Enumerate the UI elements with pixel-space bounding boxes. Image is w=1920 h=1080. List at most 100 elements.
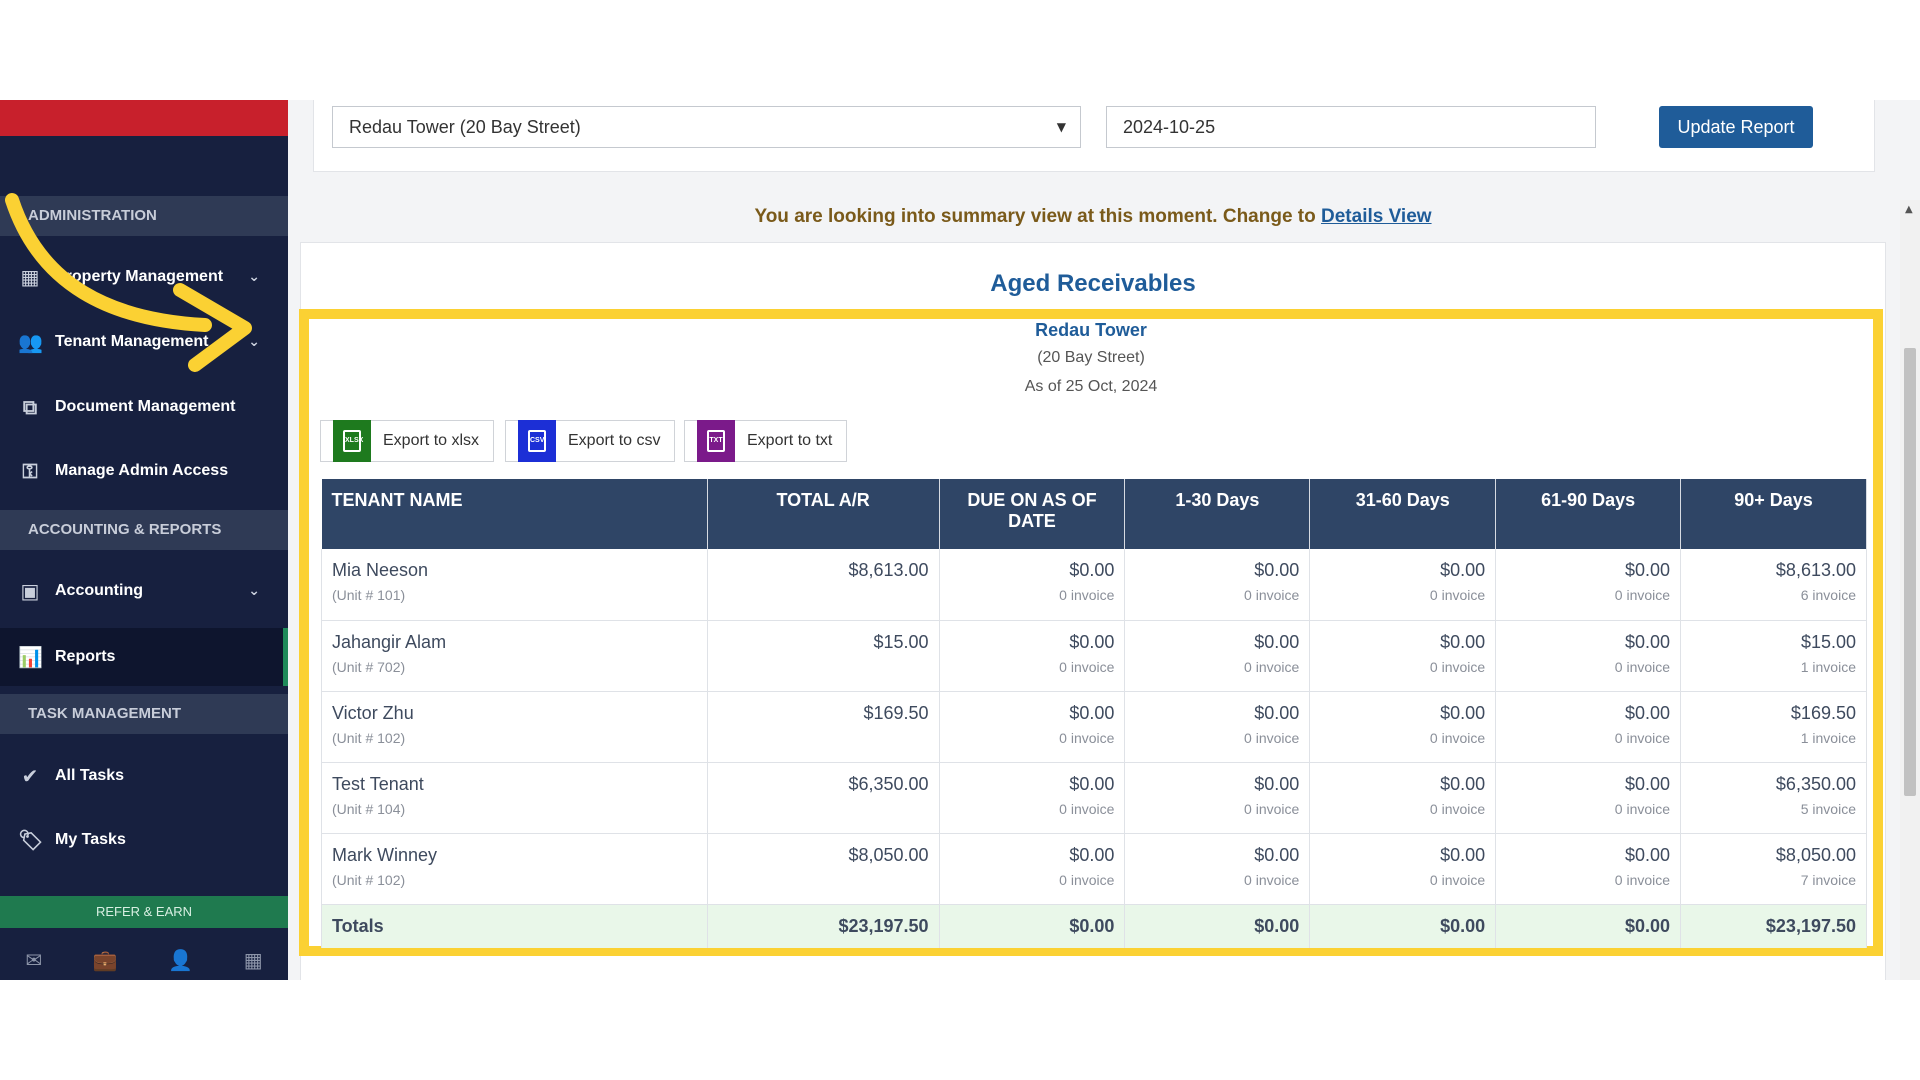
tenant-unit: (Unit # 702): [332, 658, 406, 675]
notice-text: You are looking into summary view at thi…: [754, 206, 1316, 227]
summary-view-notice: You are looking into summary view at thi…: [288, 206, 1898, 228]
amount-cell-total: $8,613.00: [707, 549, 940, 621]
invoice-count: 0 invoice: [1059, 587, 1115, 603]
totals-d4: $23,197.50: [1680, 904, 1867, 948]
amount-value: $8,050.00: [848, 844, 929, 865]
report-date-input[interactable]: [1106, 106, 1596, 148]
table-row[interactable]: Jahangir Alam (Unit # 702) $15.00 $0.00 0 in…: [321, 620, 1867, 692]
amount-value: $0.00: [1069, 560, 1115, 580]
amount-value: $0.00: [1440, 631, 1486, 652]
export-txt-label: Export to txt: [747, 432, 833, 449]
amount-value: $0.00: [1254, 560, 1300, 580]
sidebar-item-accounting[interactable]: ▣ Accounting ⌄: [0, 562, 288, 620]
export-txt-button[interactable]: TXT Export to txt: [684, 420, 848, 462]
table-row[interactable]: Mia Neeson (Unit # 101) $8,613.00 $0.00 0 in…: [321, 549, 1867, 621]
tenant-name[interactable]: Jahangir Alam: [332, 632, 697, 653]
tenant-name-cell[interactable]: Jahangir Alam (Unit # 702): [321, 620, 708, 692]
scrollbar-thumb[interactable]: [1904, 348, 1916, 796]
brand-bar: [0, 100, 288, 136]
amount-value: $15.00: [873, 631, 929, 652]
amount-cell-d3: $0.00 0 invoice: [1495, 620, 1682, 692]
column-header[interactable]: DUE ON AS OF DATE: [939, 479, 1126, 549]
amount-cell-d2: $0.00 0 invoice: [1309, 833, 1497, 905]
amount-value: $0.00: [1440, 844, 1486, 865]
invoice-count: 0 invoice: [1614, 729, 1671, 746]
property-select[interactable]: Redau Tower (20 Bay Street) ▼: [332, 106, 1081, 148]
amount-cell-due: $0.00 0 invoice: [939, 762, 1126, 834]
amount-value: $0.00: [1254, 773, 1300, 794]
column-header[interactable]: 31-60 Days: [1309, 479, 1497, 549]
invoice-count: 0 invoice: [1059, 800, 1115, 817]
export-xlsx-button[interactable]: XLSX Export to xlsx: [320, 420, 495, 462]
scroll-up-icon[interactable]: ▲: [1905, 204, 1913, 215]
column-header[interactable]: 90+ Days: [1680, 479, 1867, 549]
column-header[interactable]: TENANT NAME: [321, 479, 708, 549]
txt-file-icon: TXT: [697, 420, 735, 462]
invoice-count: 0 invoice: [1244, 871, 1300, 888]
amount-cell-d2: $0.00 0 invoice: [1309, 620, 1497, 692]
amount-cell-d4: $6,350.00 5 invoice: [1680, 762, 1867, 834]
invoice-count: 6 invoice: [1800, 587, 1856, 603]
amount-value: $8,050.00: [1775, 844, 1856, 865]
briefcase-icon[interactable]: 💼: [93, 948, 118, 972]
amount-cell-d2: $0.00 0 invoice: [1309, 691, 1497, 763]
amount-cell-d2: $0.00 0 invoice: [1309, 549, 1497, 621]
amount-cell-d4: $8,613.00 6 invoice: [1680, 549, 1867, 621]
update-report-button[interactable]: Update Report: [1659, 106, 1813, 148]
details-view-link[interactable]: Details View: [1321, 206, 1432, 227]
totals-d1: $0.00: [1124, 904, 1311, 948]
sidebar-item-manage-admin-access[interactable]: ⚿ Manage Admin Access: [0, 442, 288, 500]
page-scrollbar[interactable]: ▲ ▼: [1900, 200, 1920, 980]
amount-value: $0.00: [1254, 844, 1300, 865]
invoice-count: 0 invoice: [1614, 871, 1671, 888]
user-icon[interactable]: 👤: [168, 948, 193, 972]
tag-icon: 🏷: [18, 828, 44, 852]
sidebar-item-label: Document Management: [55, 398, 236, 415]
tenant-name[interactable]: Test Tenant: [332, 774, 697, 795]
refer-and-earn-button[interactable]: REFER & EARN: [0, 896, 288, 928]
totals-total: $23,197.50: [707, 904, 940, 948]
amount-cell-total: $8,050.00: [707, 833, 940, 905]
amount-value: $169.50: [863, 702, 929, 723]
tenant-name[interactable]: Mark Winney: [332, 845, 697, 866]
invoice-count: 7 invoice: [1800, 871, 1856, 888]
sidebar-item-reports[interactable]: 📊 Reports: [0, 628, 288, 686]
invoice-count: 0 invoice: [1059, 729, 1115, 746]
invoice-count: 1 invoice: [1800, 658, 1856, 675]
invoice-count: 0 invoice: [1614, 800, 1671, 817]
tenant-name-cell[interactable]: Test Tenant (Unit # 104): [321, 762, 708, 834]
column-header[interactable]: 1-30 Days: [1124, 479, 1311, 549]
caret-down-icon: ▼: [1056, 120, 1066, 134]
tenant-unit: (Unit # 104): [332, 800, 406, 817]
tenant-name-cell[interactable]: Victor Zhu (Unit # 102): [321, 691, 708, 763]
tenant-name[interactable]: Mia Neeson: [332, 560, 697, 581]
tenant-name-cell[interactable]: Mia Neeson (Unit # 101): [321, 549, 708, 621]
sidebar-item-all-tasks[interactable]: ✔ All Tasks: [0, 747, 288, 805]
invoice-count: 0 invoice: [1614, 658, 1671, 675]
column-header[interactable]: 61-90 Days: [1495, 479, 1682, 549]
amount-value: $0.00: [1069, 773, 1115, 794]
amount-cell-d3: $0.00 0 invoice: [1495, 833, 1682, 905]
invoice-count: 5 invoice: [1800, 800, 1856, 817]
column-header[interactable]: TOTAL A/R: [707, 479, 940, 549]
amount-cell-d1: $0.00 0 invoice: [1124, 833, 1311, 905]
mail-icon[interactable]: ✉: [25, 948, 42, 972]
table-row[interactable]: Mark Winney (Unit # 102) $8,050.00 $0.00 0 i…: [321, 833, 1867, 905]
amount-value: $0.00: [1625, 702, 1671, 723]
amount-value: $8,613.00: [848, 560, 929, 580]
table-row[interactable]: Victor Zhu (Unit # 102) $169.50 $0.00 0 invo…: [321, 691, 1867, 763]
invoice-count: 0 invoice: [1244, 587, 1300, 603]
amount-value: $0.00: [1254, 631, 1300, 652]
table-row[interactable]: Test Tenant (Unit # 104) $6,350.00 $0.00 0 i…: [321, 762, 1867, 834]
amount-cell-d3: $0.00 0 invoice: [1495, 762, 1682, 834]
tenant-name[interactable]: Victor Zhu: [332, 703, 697, 724]
export-xlsx-label: Export to xlsx: [383, 432, 480, 449]
sidebar-item-my-tasks[interactable]: 🏷 My Tasks: [0, 811, 288, 869]
tenant-unit: (Unit # 101): [332, 587, 406, 603]
export-csv-button[interactable]: CSV Export to csv: [505, 420, 676, 462]
invoice-count: 0 invoice: [1429, 871, 1486, 888]
calculator-icon[interactable]: ▦: [244, 948, 263, 972]
amount-cell-total: $169.50: [707, 691, 940, 763]
csv-file-icon: CSV: [518, 420, 556, 462]
tenant-name-cell[interactable]: Mark Winney (Unit # 102): [321, 833, 708, 905]
